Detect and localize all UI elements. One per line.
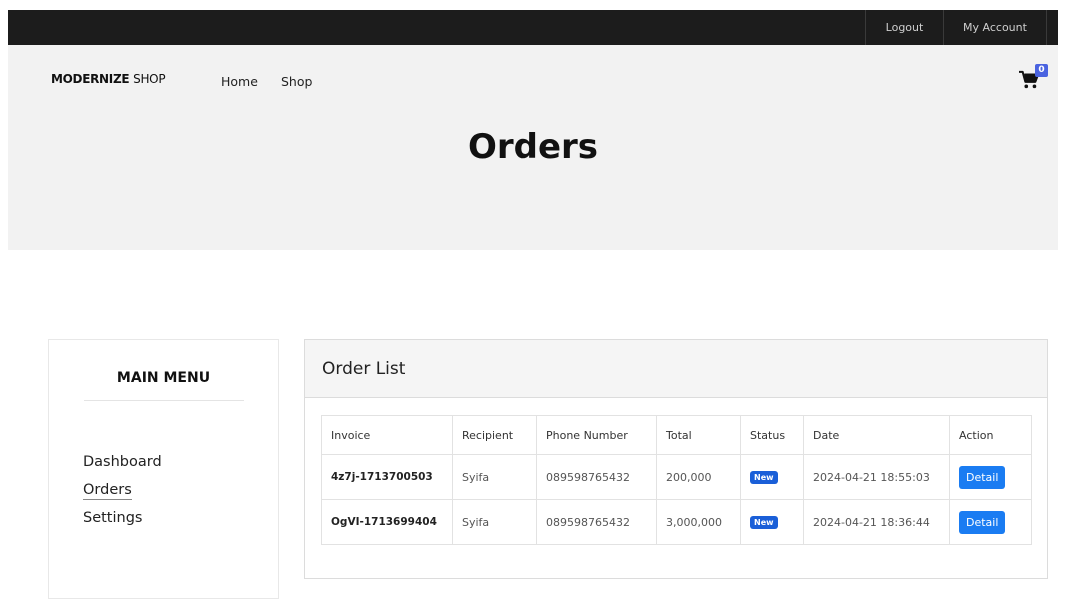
sidebar-item-dashboard[interactable]: Dashboard bbox=[83, 454, 162, 470]
brand-name-bold: MODERNIZE bbox=[51, 72, 130, 86]
order-list-card: Order List Invoice Recipient Phone Numbe… bbox=[304, 339, 1048, 579]
invoice-cell: OgVI-1713699404 bbox=[321, 499, 453, 545]
column-header-action: Action bbox=[949, 415, 1032, 455]
nav-shop-link[interactable]: Shop bbox=[281, 74, 312, 89]
total-cell: 3,000,000 bbox=[656, 499, 741, 545]
table-header-row: Invoice Recipient Phone Number Total Sta… bbox=[321, 415, 1032, 455]
total-cell: 200,000 bbox=[656, 454, 741, 500]
action-cell: Detail bbox=[949, 499, 1032, 545]
brand-logo[interactable]: MODERNIZE SHOP bbox=[51, 72, 166, 86]
cart-count-badge: 0 bbox=[1035, 64, 1048, 77]
column-header-phone: Phone Number bbox=[536, 415, 657, 455]
card-header: Order List bbox=[305, 340, 1047, 398]
phone-cell: 089598765432 bbox=[536, 499, 657, 545]
top-bar: Logout My Account bbox=[8, 10, 1058, 45]
sidebar-item-orders[interactable]: Orders bbox=[83, 482, 132, 500]
phone-cell: 089598765432 bbox=[536, 454, 657, 500]
action-cell: Detail bbox=[949, 454, 1032, 500]
detail-button[interactable]: Detail bbox=[959, 465, 1006, 489]
sidebar-title: MAIN MENU bbox=[116, 370, 211, 386]
brand-name-light: SHOP bbox=[133, 72, 166, 86]
status-cell: New bbox=[740, 499, 804, 545]
column-header-recipient: Recipient bbox=[452, 415, 537, 455]
date-cell: 2024-04-21 18:36:44 bbox=[803, 499, 950, 545]
order-list-title: Order List bbox=[322, 359, 406, 379]
recipient-cell: Syifa bbox=[452, 454, 537, 500]
table-row: 4z7j-1713700503 Syifa 089598765432 200,0… bbox=[321, 454, 1032, 500]
sidebar-divider bbox=[84, 400, 244, 401]
sidebar-menu: MAIN MENU Dashboard Orders Settings bbox=[48, 339, 279, 599]
column-header-invoice: Invoice bbox=[321, 415, 453, 455]
column-header-status: Status bbox=[740, 415, 804, 455]
logout-link[interactable]: Logout bbox=[865, 10, 943, 45]
status-badge: New bbox=[750, 471, 778, 484]
status-badge: New bbox=[750, 516, 778, 529]
table-row: OgVI-1713699404 Syifa 089598765432 3,000… bbox=[321, 499, 1032, 545]
my-account-link[interactable]: My Account bbox=[943, 10, 1047, 45]
page-title: Orders bbox=[467, 127, 599, 167]
nav-home-link[interactable]: Home bbox=[221, 74, 258, 89]
status-cell: New bbox=[740, 454, 804, 500]
invoice-cell: 4z7j-1713700503 bbox=[321, 454, 453, 500]
header-hero: MODERNIZE SHOP Home Shop 0 Orders bbox=[8, 45, 1058, 250]
column-header-total: Total bbox=[656, 415, 741, 455]
recipient-cell: Syifa bbox=[452, 499, 537, 545]
detail-button[interactable]: Detail bbox=[959, 510, 1006, 534]
date-cell: 2024-04-21 18:55:03 bbox=[803, 454, 950, 500]
sidebar-item-settings[interactable]: Settings bbox=[83, 510, 142, 526]
orders-table: Invoice Recipient Phone Number Total Sta… bbox=[321, 415, 1032, 545]
column-header-date: Date bbox=[803, 415, 950, 455]
